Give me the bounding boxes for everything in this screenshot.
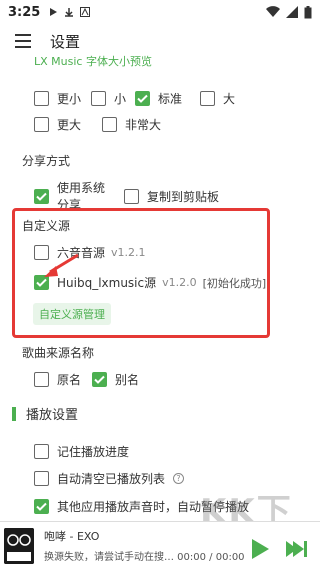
auto-clear-option[interactable]: 自动清空已播放列表?	[34, 470, 185, 487]
checkbox-icon[interactable]	[200, 91, 215, 106]
wifi-icon	[266, 6, 280, 18]
playback-section-header: 播放设置	[12, 404, 78, 423]
play-icon[interactable]	[250, 538, 270, 560]
auto-clear-row: 自动清空已播放列表?	[34, 470, 185, 487]
source-name-options: 原名 别名	[34, 371, 139, 388]
checkbox-icon[interactable]	[34, 471, 49, 486]
custom-source-title: 自定义源	[22, 219, 71, 233]
section-marker	[12, 406, 16, 421]
media-icon	[50, 8, 58, 16]
font-size-small[interactable]: 小	[91, 90, 135, 107]
font-size-standard[interactable]: 标准	[135, 90, 200, 107]
download-icon	[65, 8, 74, 17]
page-title: 设置	[50, 32, 81, 51]
checkbox-checked-icon[interactable]	[135, 91, 150, 106]
auto-pause-row: 其他应用播放声音时，自动暂停播放	[34, 498, 249, 515]
remember-progress-option[interactable]: 记住播放进度	[34, 443, 129, 460]
checkbox-icon[interactable]	[91, 91, 106, 106]
next-track-icon[interactable]	[285, 540, 307, 558]
help-icon[interactable]: ?	[173, 473, 185, 484]
battery-icon	[304, 5, 312, 18]
manage-source-button[interactable]: 自定义源管理	[33, 303, 111, 325]
alias-option[interactable]: 别名	[92, 371, 139, 388]
font-size-very-large[interactable]: 非常大	[102, 116, 161, 133]
font-size-larger[interactable]: 更大	[34, 116, 102, 133]
remember-progress-row: 记住播放进度	[34, 443, 129, 460]
checkbox-icon[interactable]	[102, 117, 117, 132]
checkbox-checked-icon[interactable]	[34, 499, 49, 514]
font-size-large[interactable]: 大	[200, 90, 235, 107]
status-bar: 3:25	[0, 0, 320, 24]
font-size-smaller[interactable]: 更小	[34, 90, 91, 107]
source-name-title: 歌曲来源名称	[22, 346, 95, 360]
checkbox-checked-icon[interactable]	[34, 188, 49, 204]
font-size-row-1: 更小 小 标准 大	[34, 90, 235, 107]
checkbox-icon[interactable]	[34, 117, 49, 132]
font-size-preview: LX Music 字体大小预览	[34, 55, 152, 68]
app-notification-icon	[80, 7, 91, 17]
checkbox-icon[interactable]	[124, 188, 139, 204]
player-status-message: 换源失败，请尝试手动在搜… 00:00 / 00:00	[44, 552, 245, 563]
checkbox-icon[interactable]	[34, 91, 49, 106]
red-arrow-icon	[44, 253, 79, 277]
song-title: 咆哮 - EXO	[44, 530, 100, 543]
playback-title: 播放设置	[26, 408, 79, 423]
album-cover[interactable]	[4, 528, 34, 564]
font-size-row-2: 更大 非常大	[34, 116, 161, 133]
checkbox-icon[interactable]	[34, 372, 49, 387]
menu-icon[interactable]	[8, 26, 38, 56]
status-time: 3:25	[8, 4, 41, 20]
share-method-title: 分享方式	[22, 154, 71, 168]
auto-pause-option[interactable]: 其他应用播放声音时，自动暂停播放	[34, 498, 249, 515]
checkbox-icon[interactable]	[34, 444, 49, 459]
signal-icon	[286, 6, 298, 18]
original-name-option[interactable]: 原名	[34, 371, 92, 388]
mini-player[interactable]: 咆哮 - EXO 换源失败，请尝试手动在搜… 00:00 / 00:00	[0, 521, 320, 569]
checkbox-checked-icon[interactable]	[92, 372, 107, 387]
